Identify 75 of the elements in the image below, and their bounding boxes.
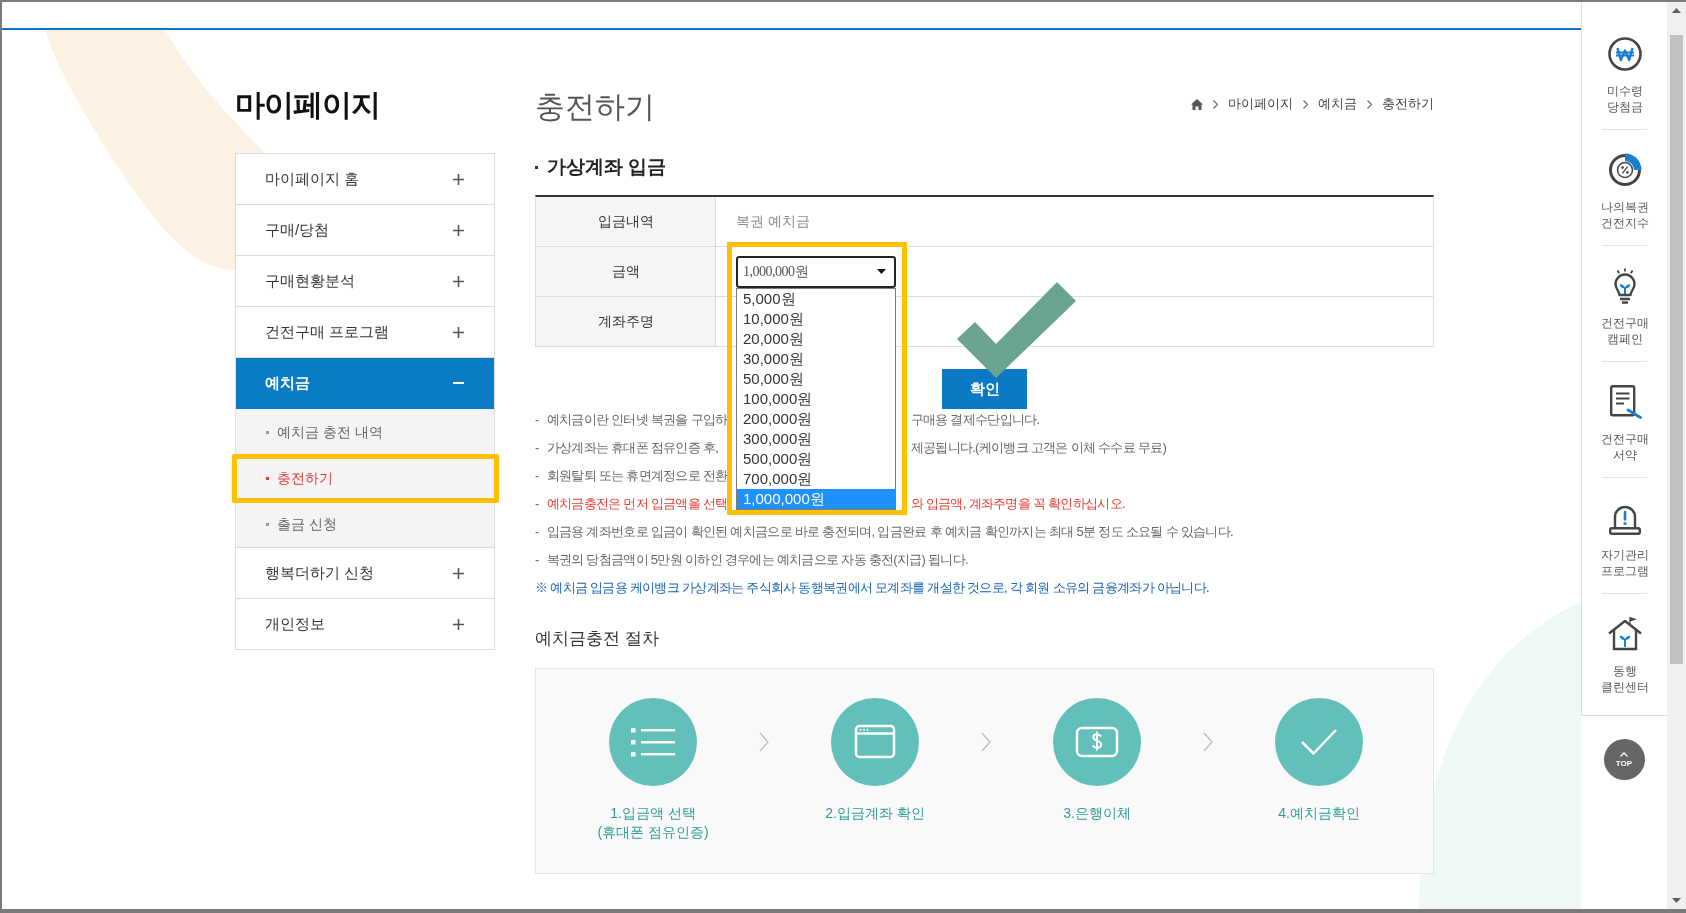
- dollar-bill-icon: [1053, 698, 1141, 786]
- top-button[interactable]: TOP: [1603, 739, 1645, 780]
- note-text: 가상계좌는 휴대폰 점유인증 후,: [546, 440, 719, 455]
- dash-marker: -: [535, 411, 539, 429]
- step-label: 3.은행이체: [1063, 804, 1131, 823]
- list-icon: [609, 698, 697, 786]
- minus-icon: [453, 382, 464, 384]
- submenu-item[interactable]: 예치금 충전 내역: [236, 409, 494, 455]
- plus-icon: [453, 326, 464, 338]
- browser-window-icon: [831, 698, 919, 786]
- won-coin-icon: [1606, 36, 1643, 72]
- note-text: 회원탈퇴 또는 휴면계정으로 전환: [546, 467, 728, 485]
- step-label: 4.예치금확인: [1278, 804, 1360, 823]
- percent-ring-icon: [1606, 152, 1643, 188]
- note-text: 예치금충전은 먼저 입금액을 선택: [546, 496, 728, 511]
- dash-marker: -: [535, 551, 539, 569]
- submenu-item[interactable]: 충전하기: [236, 455, 494, 501]
- chevron-right-icon: [1367, 99, 1372, 109]
- section-title: 예치금충전 절차: [535, 628, 659, 650]
- quick-menu-item[interactable]: 건전구매 서약: [1582, 362, 1667, 477]
- scroll-down-icon[interactable]: [1672, 898, 1681, 903]
- note-text: 예치금이란 인터넷 복권을 구입하: [546, 412, 728, 427]
- caret-down-icon: [877, 269, 886, 274]
- bullet-icon: [266, 522, 269, 526]
- house-sprout-icon: [1606, 616, 1643, 652]
- breadcrumb-link[interactable]: 충전하기: [1382, 94, 1434, 114]
- dash-marker: -: [535, 467, 539, 485]
- chevron-right-icon: [1213, 99, 1218, 109]
- plus-icon: [453, 275, 464, 287]
- chevron-right-icon: [981, 732, 991, 752]
- note-text: 와 입금액, 계좌주명을 꼭 확인하십시오.: [910, 495, 1125, 513]
- scrollbar[interactable]: [1667, 2, 1686, 909]
- note-text: 복권의 당첨금액이 5만원 이하인 경우에는 예치금으로 자동 충전(지급) 됩니다.: [546, 551, 968, 569]
- sidebar-title: 마이페이지: [235, 87, 380, 123]
- field-label: 금액: [536, 247, 716, 296]
- caret-up-icon: [1620, 751, 1628, 757]
- chevron-right-icon: [1203, 732, 1213, 752]
- home-icon[interactable]: [1191, 98, 1203, 110]
- bullet-icon: [266, 476, 269, 480]
- quick-menu-item[interactable]: 자기관리 프로그램: [1582, 478, 1667, 593]
- section-title: 가상계좌 입금: [547, 155, 667, 179]
- dash-marker: -: [535, 439, 539, 457]
- note-text: 제공됩니다.(케이뱅크 고객은 이체 수수료 무료): [910, 439, 1167, 457]
- quick-menu-item[interactable]: 동행 클린센터: [1582, 594, 1667, 709]
- field-value: 복권 예치금: [736, 212, 810, 231]
- chevron-right-icon: [1303, 99, 1308, 109]
- plus-icon: [453, 224, 464, 236]
- plus-icon: [453, 567, 464, 579]
- submenu-item[interactable]: 출금 신청: [236, 501, 494, 547]
- dash-marker: -: [535, 495, 539, 513]
- quick-menu-item[interactable]: 나의복권 건전지수: [1582, 130, 1667, 245]
- sidebar-menu-item[interactable]: 예치금: [236, 358, 494, 409]
- breadcrumb-link[interactable]: 마이페이지: [1228, 94, 1293, 114]
- bullet-icon: [266, 430, 269, 434]
- field-label: 계좌주명: [536, 297, 716, 346]
- bullet-icon: [535, 165, 538, 169]
- check-icon: [1275, 698, 1363, 786]
- plus-icon: [453, 173, 464, 185]
- step-label: 2.입금계좌 확인: [825, 804, 925, 823]
- note-text: 구매용 결제수단입니다.: [910, 411, 1040, 429]
- amount-select[interactable]: 1,000,000원: [736, 255, 896, 288]
- confirm-button[interactable]: 확인: [942, 369, 1027, 409]
- chevron-right-icon: [759, 732, 769, 752]
- quick-menu-item[interactable]: 미수령 당첨금: [1582, 14, 1667, 129]
- dash-marker: -: [535, 523, 539, 541]
- note-text: 입금용 계좌번호로 입금이 확인된 예치금으로 바로 충전되며, 입금완료 후 예치금 확인까지는 최대 5분 정도 소요될 수 있습니다.: [546, 523, 1233, 541]
- step-label: 1.입금액 선택 (휴대폰 점유인증): [597, 804, 709, 842]
- note-text: ※ 예치금 입금용 케이뱅크 가상계좌는 주식회사 동행복권에서 모계좌를 개설한 것으로, 각 회원 소유의 금융계좌가 아닙니다.: [535, 579, 1209, 597]
- page-title: 충전하기: [535, 89, 655, 125]
- field-label: 입금내역: [536, 197, 716, 246]
- scroll-up-icon[interactable]: [1672, 8, 1681, 13]
- breadcrumb-link[interactable]: 예치금: [1318, 94, 1357, 114]
- plus-icon: [453, 618, 464, 630]
- scrollbar-thumb[interactable]: [1670, 35, 1683, 664]
- quick-menu-item[interactable]: 건전구매 캠페인: [1582, 246, 1667, 361]
